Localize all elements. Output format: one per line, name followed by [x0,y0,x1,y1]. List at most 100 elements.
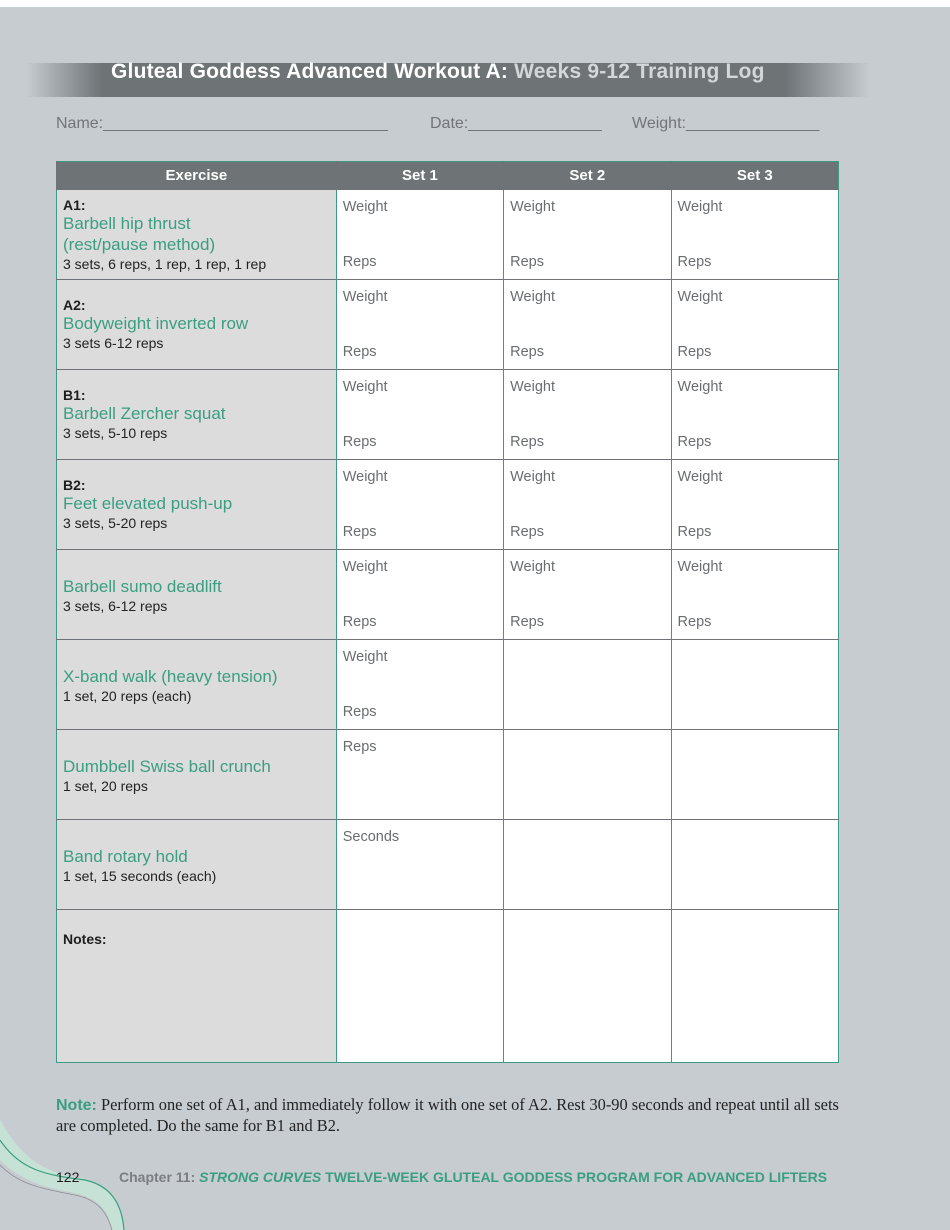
reps-label: Reps [510,434,544,450]
header-exercise: Exercise [56,161,337,190]
reps-label: Reps [677,434,712,450]
exercise-scheme: 3 sets, 6 reps, 1 rep, 1 rep, 1 rep [63,256,267,272]
exercise-name: X-band walk (heavy tension) [63,667,278,686]
chapter-rest: TWELVE-WEEK GLUTEAL GODDESS PROGRAM FOR … [321,1169,828,1185]
set-3-cell[interactable]: Weight Reps [670,189,839,280]
weight-field[interactable]: Weight:_______________ [632,115,819,133]
table-row: A1: Barbell hip thrust (rest/pause method… [56,189,839,280]
reps-label: Reps [510,524,544,540]
set-2-cell[interactable] [503,729,672,820]
set-1-cell[interactable]: Weight Reps [335,639,504,730]
weight-label: Weight [677,379,723,395]
set-3-cell[interactable]: Weight Reps [670,279,839,370]
title-light: Weeks 9-12 Training Log [508,60,765,83]
set-1-cell[interactable]: Reps [335,729,504,820]
table-row: A2: Bodyweight inverted row 3 sets 6-12 re… [56,279,839,370]
weight-label: Weight [510,199,555,215]
set-1-cell[interactable]: Weight Reps [335,369,504,460]
exercise-scheme: 3 sets, 5-20 reps [63,515,168,531]
weight-label: Weight [677,199,723,215]
exercise-cell: Dumbbell Swiss ball crunch 1 set, 20 reps [56,729,337,820]
set-1-cell[interactable]: Weight Reps [335,549,504,640]
set-3-cell[interactable]: Weight Reps [670,549,839,640]
exercise-scheme: 1 set, 20 reps [63,778,148,794]
exercise-info: B1: Barbell Zercher squat 3 sets, 5-10 rep… [63,387,332,442]
chapter-prefix: Chapter 11: [119,1169,200,1185]
exercise-scheme: 3 sets 6-12 reps [63,335,164,351]
set-1-cell[interactable]: Weight Reps [335,459,504,550]
table-header-row: Exercise Set 1 Set 2 Set 3 [56,161,839,190]
exercise-info: Barbell sumo deadlift 3 sets, 6-12 reps [63,576,332,615]
exercise-cell: A1: Barbell hip thrust (rest/pause method… [56,189,337,280]
reps-label: Reps [342,344,377,360]
note-text: Perform one set of A1, and immediately f… [56,1095,839,1135]
exercise-scheme: 3 sets, 6-12 reps [63,598,168,614]
weight-label: Weight [510,289,555,305]
notes-set-1-cell[interactable] [335,909,504,1063]
reps-label: Reps [342,434,377,450]
table-row: Band rotary hold 1 set, 15 seconds (each)… [56,819,839,910]
exercise-scheme: 1 set, 15 seconds (each) [63,868,217,884]
weight-label: Weight [677,559,723,575]
exercise-info: A2: Bodyweight inverted row 3 sets 6-12 re… [63,297,332,352]
name-field[interactable]: Name:________________________________ [56,115,388,133]
exercise-code: B1: [63,387,86,403]
exercise-info: B2: Feet elevated push-up 3 sets, 5-20 rep… [63,477,332,532]
exercise-name: Feet elevated push-up [63,494,233,513]
exercise-code: B2: [63,477,86,493]
reps-label: Reps [677,254,712,270]
weight-label: Weight [677,469,723,485]
exercise-cell: Band rotary hold 1 set, 15 seconds (each) [56,819,337,910]
page-title: Gluteal Goddess Advanced Workout A: Week… [111,60,765,84]
weight-label: Weight [342,379,388,395]
set-3-cell[interactable]: Weight Reps [670,459,839,550]
exercise-name: Bodyweight inverted row [63,314,249,333]
set-2-cell[interactable] [503,639,672,730]
notes-set-3-cell[interactable] [670,909,839,1063]
notes-label: Notes: [63,931,107,947]
set-3-cell[interactable]: Weight Reps [670,369,839,460]
header-set-3: Set 3 [670,161,839,190]
header-set-2: Set 2 [503,161,672,190]
reps-label: Reps [342,739,377,755]
seconds-label: Seconds [342,829,400,845]
exercise-name: Barbell sumo deadlift [63,577,222,596]
set-3-cell[interactable] [670,639,839,730]
reps-label: Reps [510,254,544,270]
exercise-cell: B2: Feet elevated push-up 3 sets, 5-20 rep… [56,459,337,550]
reps-label: Reps [510,614,544,630]
table-row: Dumbbell Swiss ball crunch 1 set, 20 reps… [56,729,839,820]
set-3-cell[interactable] [670,819,839,910]
weight-label: Weight [342,289,388,305]
exercise-info: X-band walk (heavy tension) 1 set, 20 rep… [63,666,332,705]
set-1-cell[interactable]: Weight Reps [335,189,504,280]
weight-label: Weight [677,289,723,305]
table-row: X-band walk (heavy tension) 1 set, 20 rep… [56,639,839,730]
set-2-cell[interactable]: Weight Reps [503,189,672,280]
set-2-cell[interactable]: Weight Reps [503,549,672,640]
set-1-cell[interactable]: Weight Reps [335,279,504,370]
training-log-table: Exercise Set 1 Set 2 Set 3 A1: Barbell hi… [56,161,839,1063]
weight-label: Weight [510,379,555,395]
set-3-cell[interactable] [670,729,839,820]
reps-label: Reps [342,524,377,540]
exercise-cell: X-band walk (heavy tension) 1 set, 20 rep… [56,639,337,730]
notes-set-2-cell[interactable] [503,909,672,1063]
set-2-cell[interactable]: Weight Reps [503,279,672,370]
exercise-name: Barbell hip thrust (rest/pause method) [63,214,216,254]
exercise-code: A2: [63,297,86,313]
note-paragraph: Note: Perform one set of A1, and immedia… [56,1095,846,1136]
exercise-scheme: 1 set, 20 reps (each) [63,688,192,704]
notes-label-cell: Notes: [56,909,337,1063]
chapter-title: Chapter 11: STRONG CURVES TWELVE-WEEK GL… [119,1169,827,1185]
table-row: Barbell sumo deadlift 3 sets, 6-12 reps We… [56,549,839,640]
title-bold: Gluteal Goddess Advanced [111,60,389,83]
exercise-code: A1: [63,197,86,213]
date-field[interactable]: Date:_______________ [430,115,602,133]
set-2-cell[interactable] [503,819,672,910]
reps-label: Reps [342,614,377,630]
set-1-cell[interactable]: Seconds [335,819,504,910]
table-row: B2: Feet elevated push-up 3 sets, 5-20 rep… [56,459,839,550]
set-2-cell[interactable]: Weight Reps [503,369,672,460]
set-2-cell[interactable]: Weight Reps [503,459,672,550]
